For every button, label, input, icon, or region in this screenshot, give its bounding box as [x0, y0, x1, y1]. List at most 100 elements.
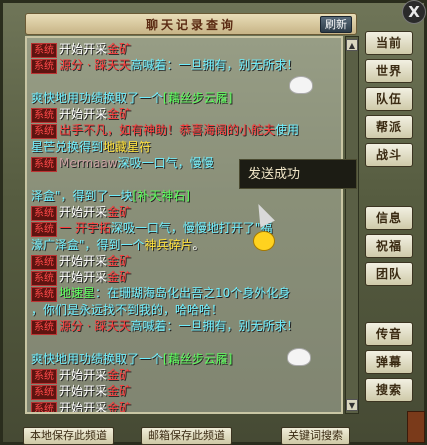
channel-tab[interactable]: 搜索	[365, 378, 413, 402]
chat-text: 一 开宇拓	[59, 221, 111, 236]
chat-history-window: 聊天记录查询 刷新 系统 开始开采金矿 系统 源分 · 踩天天高喊着：一旦拥有，别无所…	[0, 0, 427, 445]
chat-text: 开始开采	[59, 400, 108, 414]
chat-text: 。	[192, 237, 205, 252]
chat-line: 系统 开始开采金矿	[31, 253, 331, 270]
chat-text: 开始开采	[59, 367, 108, 382]
chat-text: 神兵碎片	[144, 237, 193, 252]
chat-text: 开始开采	[59, 42, 108, 56]
system-tag: 系统	[31, 271, 57, 287]
system-tag: 系统	[31, 205, 57, 221]
system-tag: 系统	[31, 401, 57, 412]
chat-text: 爽快地用功绩换取了一个	[31, 90, 164, 105]
channel-tab[interactable]: 信息	[365, 206, 413, 230]
chat-text: 星芒兑换得到	[31, 139, 104, 154]
chat-text: 开始开采	[59, 204, 108, 219]
system-tag: 系统	[31, 43, 57, 58]
system-tag: 系统	[31, 385, 57, 401]
chat-text: Mermaaw	[59, 156, 118, 171]
chat-line: 爽快地用功绩换取了一个[藕丝步云履]	[31, 351, 331, 367]
chat-line: 星芒兑换得到地藏星符	[31, 139, 331, 155]
chat-line: 系统 源分 · 踩天天高喊着：一旦拥有，别无所求！	[31, 318, 331, 336]
channel-tab[interactable]: 帮派	[365, 115, 413, 139]
chat-text: 高喊着：一旦拥有，别无所求！	[130, 58, 299, 73]
chat-line: 泽盒"，得到了一块[补天神石]	[31, 188, 331, 204]
pet-emoji-icon	[289, 76, 313, 94]
keyword-search-button[interactable]: 关键词搜索	[281, 427, 350, 445]
toast-popup: 发送成功	[239, 159, 357, 189]
chat-text: 深吸一口气，慢慢	[117, 156, 214, 171]
chat-text: 开始开采	[59, 270, 108, 285]
chat-text: [藕丝步云履]	[163, 90, 233, 105]
scroll-up-icon[interactable]: ▲	[346, 39, 358, 51]
chat-text: 深吸一口气，慢慢地打开了"福	[110, 221, 273, 236]
channel-tab[interactable]: 团队	[365, 262, 413, 286]
chat-text: 开始开采	[59, 253, 108, 268]
chat-line: 系统 地速星：在珊瑚海岛化出吾之10个身外化身	[31, 285, 331, 303]
channel-tab[interactable]: 祝福	[365, 234, 413, 258]
chat-line: 系统 开始开采金矿	[31, 41, 331, 58]
chat-line	[31, 74, 331, 90]
chat-text: 金矿	[107, 384, 132, 399]
bottom-button-bar: 本地保存此频道 邮箱保存此频道 关键词搜索	[23, 427, 383, 445]
channel-tab[interactable]: 战斗	[365, 143, 413, 167]
chat-text: ：在珊瑚海岛化出吾之10个身外化身	[95, 286, 291, 301]
chat-text: 金矿	[107, 107, 132, 122]
system-tag: 系统	[31, 368, 57, 384]
window-title: 聊天记录查询	[145, 18, 236, 32]
system-tag: 系统	[31, 59, 57, 75]
chat-text: 开始开采	[59, 384, 108, 399]
log-scrollbar[interactable]: ▲ ▼	[345, 36, 359, 414]
system-tag: 系统	[31, 254, 57, 270]
title-bar: 聊天记录查询 刷新	[25, 13, 357, 35]
chat-text: 濠广泽盒"，得到一个	[31, 237, 145, 252]
chat-line: 系统 源分 · 踩天天高喊着：一旦拥有，别无所求！	[31, 57, 331, 75]
system-tag: 系统	[31, 108, 57, 124]
chat-text: 开始开采	[59, 107, 108, 122]
chat-line	[31, 334, 331, 350]
scroll-down-icon[interactable]: ▼	[346, 399, 358, 411]
smile-emoji-icon	[253, 231, 275, 251]
chat-log-panel: 系统 开始开采金矿 系统 源分 · 踩天天高喊着：一旦拥有，别无所求！ 爽快地用功绩换取…	[25, 36, 343, 414]
system-tag: 系统	[31, 320, 57, 336]
chat-text: [补天神石]	[132, 188, 190, 203]
chat-line: 系统 开始开采金矿	[31, 383, 331, 401]
save-channel-button[interactable]: 邮箱保存此频道	[141, 427, 232, 445]
chat-line: ，你们是永远找不到我的，哈哈哈！	[31, 302, 331, 318]
channel-tab[interactable]: 弹幕	[365, 350, 413, 374]
chat-log-lines: 系统 开始开采金矿 系统 源分 · 踩天天高喊着：一旦拥有，别无所求！ 爽快地用功绩换取…	[31, 41, 331, 414]
refresh-button[interactable]: 刷新	[320, 16, 352, 33]
channel-tab[interactable]: 世界	[365, 59, 413, 83]
chat-text: 金矿	[107, 367, 132, 382]
system-tag: 系统	[31, 124, 57, 140]
channel-tab[interactable]: 当前	[365, 31, 413, 55]
chat-line: 系统一 开宇拓深吸一口气，慢慢地打开了"福	[31, 220, 331, 238]
chat-line: 系统 开始开采金矿	[31, 106, 331, 124]
chat-text: 金矿	[107, 400, 132, 414]
channel-tab[interactable]: 队伍	[365, 87, 413, 111]
chat-text: 爽快地用功绩换取了一个	[31, 351, 164, 366]
seal-icon	[407, 411, 425, 443]
chat-text: 出手不凡，如有神助！恭喜	[59, 123, 204, 138]
chat-text: 地速星	[59, 286, 96, 301]
chat-text: [藕丝步云履]	[163, 351, 233, 366]
chat-text: 金矿	[107, 42, 132, 56]
save-channel-button[interactable]: 本地保存此频道	[23, 427, 114, 445]
chat-line: 爽快地用功绩换取了一个[藕丝步云履]	[31, 90, 331, 106]
chat-text: 海阔的小舵夫	[203, 123, 276, 138]
chat-line: 系统 出手不凡，如有神助！恭喜海阔的小舵夫使用	[31, 122, 331, 140]
chat-text: 高喊着：一旦拥有，别无所求！	[130, 319, 299, 334]
chat-text: 使用	[275, 123, 300, 138]
chat-text: 金矿	[107, 253, 132, 268]
chat-text: 金矿	[107, 270, 132, 285]
pet-emoji-icon	[287, 348, 311, 366]
system-tag: 系统	[31, 287, 57, 303]
chat-line: 濠广泽盒"，得到一个神兵碎片。	[31, 237, 331, 253]
close-icon[interactable]: X	[402, 0, 426, 24]
chat-line: 系统 开始开采金矿	[31, 269, 331, 287]
chat-text: 源分 · 踩天天	[59, 319, 131, 334]
chat-line: 系统 开始开采金矿	[31, 367, 331, 384]
chat-text: 金矿	[107, 204, 132, 219]
chat-line: 系统 开始开采金矿	[31, 400, 331, 414]
system-tag: 系统	[31, 157, 57, 173]
channel-tab[interactable]: 传音	[365, 322, 413, 346]
